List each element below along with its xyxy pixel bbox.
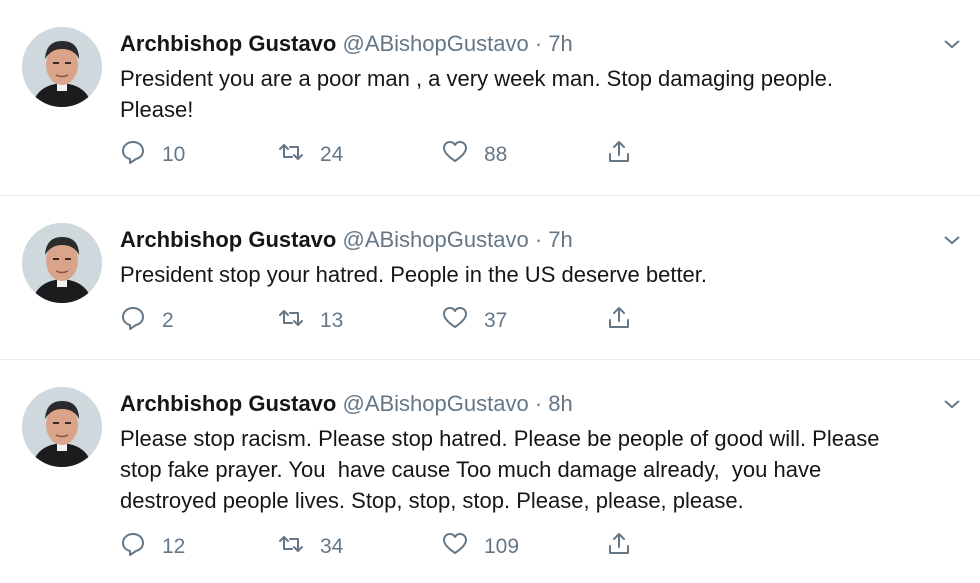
reply-icon xyxy=(120,305,146,337)
tweet-actions: 2 13 37 xyxy=(120,306,720,336)
separator-dot: · xyxy=(534,31,543,56)
heart-icon xyxy=(442,305,468,337)
tweet[interactable]: Archbishop Gustavo @ABishopGustavo · 7h … xyxy=(0,196,980,360)
like-button[interactable]: 109 xyxy=(442,532,519,562)
tweet[interactable]: Archbishop Gustavo @ABishopGustavo · 7h … xyxy=(0,0,980,196)
tweet-header: Archbishop Gustavo @ABishopGustavo · 7h xyxy=(120,30,573,58)
like-button[interactable]: 88 xyxy=(442,140,507,170)
retweet-icon xyxy=(278,305,304,337)
like-count: 37 xyxy=(484,309,508,332)
like-count: 88 xyxy=(484,143,508,166)
timestamp[interactable]: 7h xyxy=(548,31,572,56)
reply-icon xyxy=(120,531,146,563)
chevron-down-icon[interactable] xyxy=(940,228,964,252)
separator-dot: · xyxy=(534,391,543,416)
retweet-button[interactable]: 34 xyxy=(278,532,343,562)
display-name[interactable]: Archbishop Gustavo xyxy=(120,227,336,252)
like-count: 109 xyxy=(484,535,520,558)
display-name[interactable]: Archbishop Gustavo xyxy=(120,31,336,56)
reply-button[interactable]: 2 xyxy=(120,306,174,336)
timestamp[interactable]: 7h xyxy=(548,227,572,252)
reply-count: 2 xyxy=(162,309,174,332)
reply-count: 10 xyxy=(162,143,186,166)
timeline: Archbishop Gustavo @ABishopGustavo · 7h … xyxy=(0,0,980,583)
share-button[interactable] xyxy=(606,140,632,170)
retweet-button[interactable]: 13 xyxy=(278,306,343,336)
avatar[interactable] xyxy=(22,387,102,467)
user-handle[interactable]: @ABishopGustavo xyxy=(342,227,528,252)
avatar[interactable] xyxy=(22,27,102,107)
share-icon xyxy=(606,305,632,337)
reply-button[interactable]: 10 xyxy=(120,140,185,170)
reply-count: 12 xyxy=(162,535,186,558)
tweet-actions: 12 34 109 xyxy=(120,532,720,562)
reply-icon xyxy=(120,139,146,171)
chevron-down-icon[interactable] xyxy=(940,32,964,56)
reply-button[interactable]: 12 xyxy=(120,532,185,562)
share-button[interactable] xyxy=(606,306,632,336)
share-icon xyxy=(606,531,632,563)
retweet-count: 13 xyxy=(320,309,344,332)
tweet-header: Archbishop Gustavo @ABishopGustavo · 7h xyxy=(120,226,573,254)
tweet[interactable]: Archbishop Gustavo @ABishopGustavo · 8h … xyxy=(0,360,980,583)
user-handle[interactable]: @ABishopGustavo xyxy=(342,31,528,56)
tweet-text: President stop your hatred. People in th… xyxy=(120,262,708,287)
retweet-count: 34 xyxy=(320,535,344,558)
like-button[interactable]: 37 xyxy=(442,306,507,336)
retweet-icon xyxy=(278,139,304,171)
tweet-actions: 10 24 88 xyxy=(120,140,720,170)
chevron-down-icon[interactable] xyxy=(940,392,964,416)
share-icon xyxy=(606,139,632,171)
heart-icon xyxy=(442,139,468,171)
avatar[interactable] xyxy=(22,223,102,303)
separator-dot: · xyxy=(534,227,543,252)
tweet-header: Archbishop Gustavo @ABishopGustavo · 8h xyxy=(120,390,573,418)
user-handle[interactable]: @ABishopGustavo xyxy=(342,391,528,416)
retweet-button[interactable]: 24 xyxy=(278,140,343,170)
heart-icon xyxy=(442,531,468,563)
display-name[interactable]: Archbishop Gustavo xyxy=(120,391,336,416)
timestamp[interactable]: 8h xyxy=(548,391,572,416)
tweet-text: President you are a poor man , a very we… xyxy=(120,66,833,122)
tweet-text: Please stop racism. Please stop hatred. … xyxy=(120,426,880,513)
share-button[interactable] xyxy=(606,532,632,562)
retweet-count: 24 xyxy=(320,143,344,166)
retweet-icon xyxy=(278,531,304,563)
